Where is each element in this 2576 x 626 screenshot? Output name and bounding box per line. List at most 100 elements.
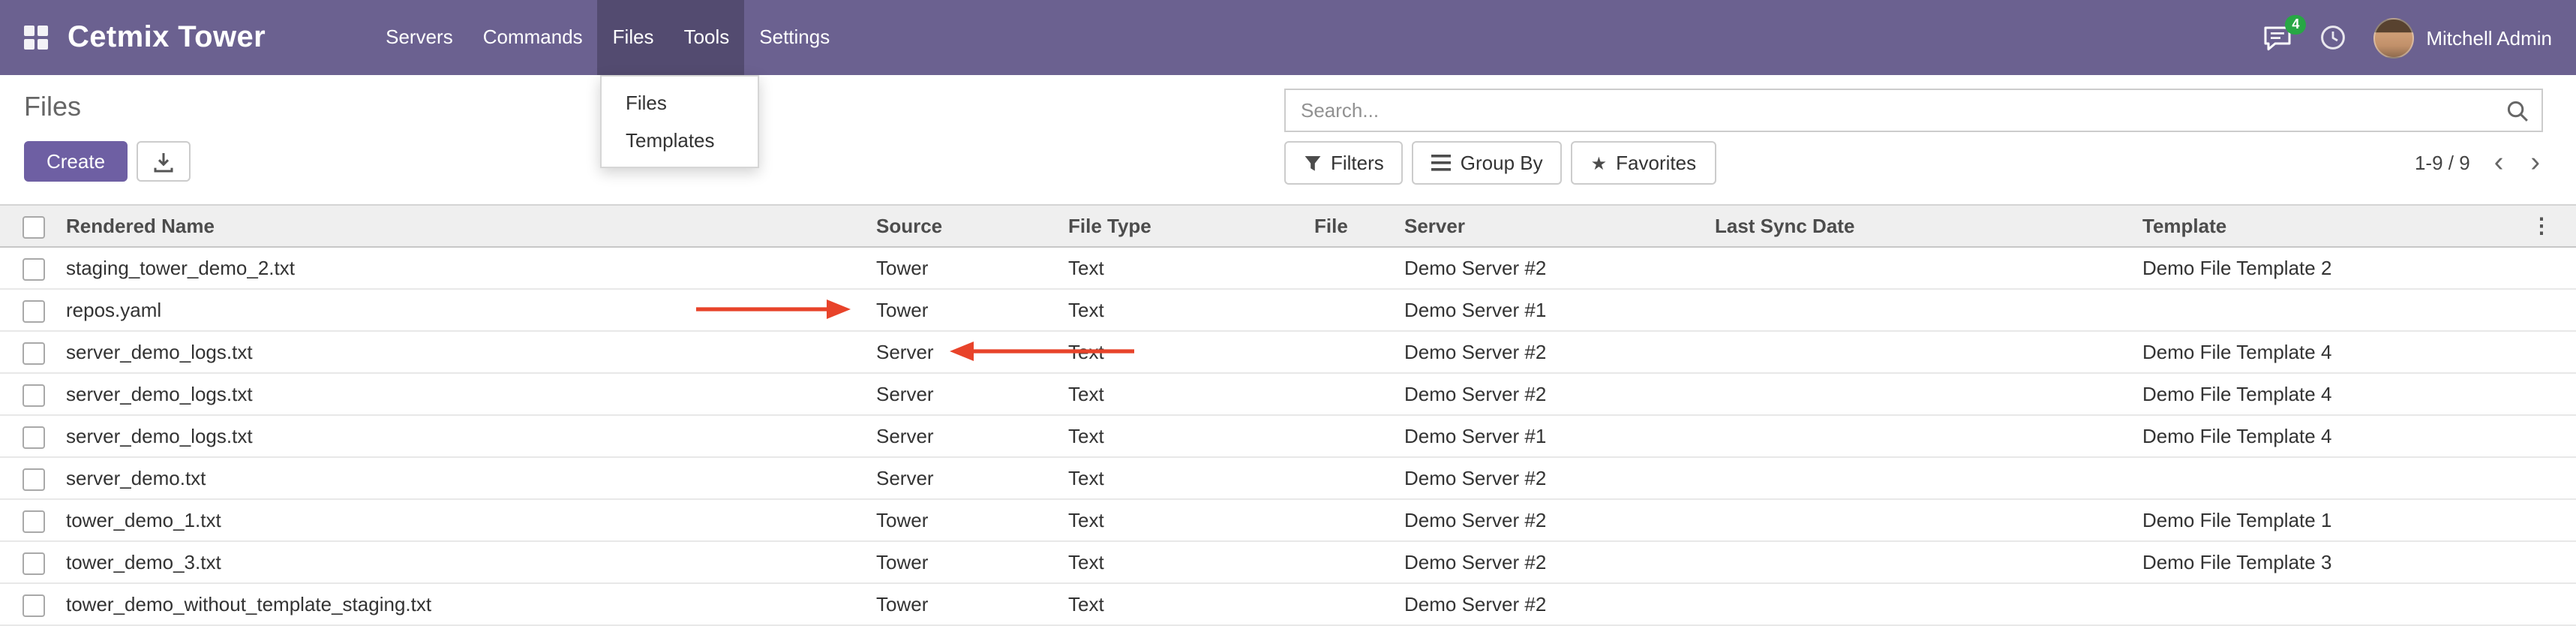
cell-source: Server xyxy=(876,331,1068,373)
page-title: Files xyxy=(24,92,191,123)
create-button[interactable]: Create xyxy=(24,141,128,182)
row-checkbox[interactable] xyxy=(23,426,45,448)
table-row[interactable]: tower_demo_without_template_staging.txt … xyxy=(0,583,2576,625)
action-buttons: Create xyxy=(24,141,191,182)
cell-server: Demo Server #2 xyxy=(1404,499,1715,541)
column-header-server[interactable]: Server xyxy=(1404,205,1715,247)
row-checkbox[interactable] xyxy=(23,257,45,280)
cell-template: Demo File Template 4 xyxy=(2142,415,2531,457)
search-input[interactable] xyxy=(1286,90,2541,131)
optional-columns-cell: ⋮ xyxy=(2531,205,2576,247)
table-row[interactable]: tower_demo_1.txt Tower Text Demo Server … xyxy=(0,499,2576,541)
cell-source: Tower xyxy=(876,499,1068,541)
menu-files[interactable]: Files xyxy=(598,0,669,75)
cell-file xyxy=(1314,373,1404,415)
cell-last-sync-date xyxy=(1715,331,2142,373)
menu-commands[interactable]: Commands xyxy=(468,0,598,75)
row-checkbox[interactable] xyxy=(23,299,45,322)
search-box xyxy=(1284,89,2543,132)
cell-template xyxy=(2142,457,2531,499)
menu-servers[interactable]: Servers xyxy=(371,0,468,75)
menu-settings[interactable]: Settings xyxy=(744,0,845,75)
cell-server: Demo Server #2 xyxy=(1404,583,1715,625)
row-checkbox[interactable] xyxy=(23,510,45,532)
table-row[interactable]: server_demo_logs.txt Server Text Demo Se… xyxy=(0,415,2576,457)
cell-source: Tower xyxy=(876,247,1068,289)
cell-rendered-name: server_demo_logs.txt xyxy=(66,373,876,415)
app-brand[interactable]: Cetmix Tower xyxy=(68,20,266,55)
cell-source: Tower xyxy=(876,289,1068,331)
cell-file-type: Text xyxy=(1068,247,1314,289)
cell-last-sync-date xyxy=(1715,289,2142,331)
activities-icon[interactable] xyxy=(2319,24,2346,51)
cell-source: Tower xyxy=(876,583,1068,625)
cell-file xyxy=(1314,331,1404,373)
cell-server: Demo Server #2 xyxy=(1404,373,1715,415)
files-dropdown-menu: Files Templates xyxy=(600,75,759,168)
messages-count-badge: 4 xyxy=(2285,15,2306,35)
cell-template: Demo File Template 3 xyxy=(2142,541,2531,583)
cell-file xyxy=(1314,541,1404,583)
cell-server: Demo Server #2 xyxy=(1404,247,1715,289)
cell-server: Demo Server #1 xyxy=(1404,289,1715,331)
column-header-rendered-name[interactable]: Rendered Name xyxy=(66,205,876,247)
cell-file xyxy=(1314,499,1404,541)
clock-icon xyxy=(2319,24,2346,51)
dropdown-item-templates[interactable]: Templates xyxy=(602,122,758,159)
top-navbar: Cetmix Tower Servers Commands Files Tool… xyxy=(0,0,2576,75)
select-all-checkbox[interactable] xyxy=(23,215,45,238)
table-row[interactable]: server_demo.txt Server Text Demo Server … xyxy=(0,457,2576,499)
table-row[interactable]: server_demo_logs.txt Server Text Demo Se… xyxy=(0,331,2576,373)
column-header-file[interactable]: File xyxy=(1314,205,1404,247)
search-icon[interactable] xyxy=(2505,99,2529,131)
app-window: Cetmix Tower Servers Commands Files Tool… xyxy=(0,0,2576,626)
select-all-cell xyxy=(0,205,66,247)
row-checkbox[interactable] xyxy=(23,594,45,616)
cell-file-type: Text xyxy=(1068,415,1314,457)
row-checkbox[interactable] xyxy=(23,552,45,574)
row-checkbox[interactable] xyxy=(23,384,45,406)
apps-menu-icon[interactable] xyxy=(24,26,48,50)
column-header-file-type[interactable]: File Type xyxy=(1068,205,1314,247)
cell-last-sync-date xyxy=(1715,247,2142,289)
cell-template: Demo File Template 4 xyxy=(2142,331,2531,373)
optional-columns-icon[interactable]: ⋮ xyxy=(2531,213,2552,237)
user-menu[interactable]: Mitchell Admin xyxy=(2373,17,2552,58)
column-header-last-sync-date[interactable]: Last Sync Date xyxy=(1715,205,2142,247)
search-options-row: Filters Group By ★ Favorites 1-9 / 9 xyxy=(1284,141,2543,185)
control-panel-left: Files Create xyxy=(24,75,191,182)
cell-file xyxy=(1314,289,1404,331)
cell-file-type: Text xyxy=(1068,457,1314,499)
user-avatar xyxy=(2373,17,2414,58)
table-row[interactable]: repos.yaml Tower Text Demo Server #1 xyxy=(0,289,2576,331)
cell-rendered-name: staging_tower_demo_2.txt xyxy=(66,247,876,289)
menu-tools[interactable]: Tools xyxy=(669,0,745,75)
favorites-button[interactable]: ★ Favorites xyxy=(1572,141,1716,185)
messages-icon[interactable]: 4 xyxy=(2262,24,2292,51)
cell-file-type: Text xyxy=(1068,373,1314,415)
table-row[interactable]: staging_tower_demo_2.txt Tower Text Demo… xyxy=(0,247,2576,289)
cell-last-sync-date xyxy=(1715,415,2142,457)
export-button[interactable] xyxy=(137,141,191,182)
cell-template: Demo File Template 4 xyxy=(2142,373,2531,415)
cell-last-sync-date xyxy=(1715,541,2142,583)
dropdown-item-files[interactable]: Files xyxy=(602,84,758,122)
group-by-button[interactable]: Group By xyxy=(1413,141,1563,185)
pager-value[interactable]: 1-9 / 9 xyxy=(2415,152,2470,174)
funnel-icon xyxy=(1304,154,1322,172)
cell-rendered-name: tower_demo_without_template_staging.txt xyxy=(66,583,876,625)
filters-button[interactable]: Filters xyxy=(1284,141,1404,185)
cell-source: Server xyxy=(876,415,1068,457)
main-menu: Servers Commands Files Tools Settings xyxy=(371,0,845,75)
cell-last-sync-date xyxy=(1715,457,2142,499)
table-row[interactable]: server_demo_logs.txt Server Text Demo Se… xyxy=(0,373,2576,415)
pager-next-button[interactable]: › xyxy=(2527,149,2543,177)
cell-rendered-name: server_demo_logs.txt xyxy=(66,415,876,457)
row-checkbox[interactable] xyxy=(23,342,45,364)
column-header-template[interactable]: Template xyxy=(2142,205,2531,247)
column-header-source[interactable]: Source xyxy=(876,205,1068,247)
pager-previous-button[interactable]: ‹ xyxy=(2491,149,2507,177)
cell-template xyxy=(2142,289,2531,331)
table-row[interactable]: tower_demo_3.txt Tower Text Demo Server … xyxy=(0,541,2576,583)
row-checkbox[interactable] xyxy=(23,468,45,490)
